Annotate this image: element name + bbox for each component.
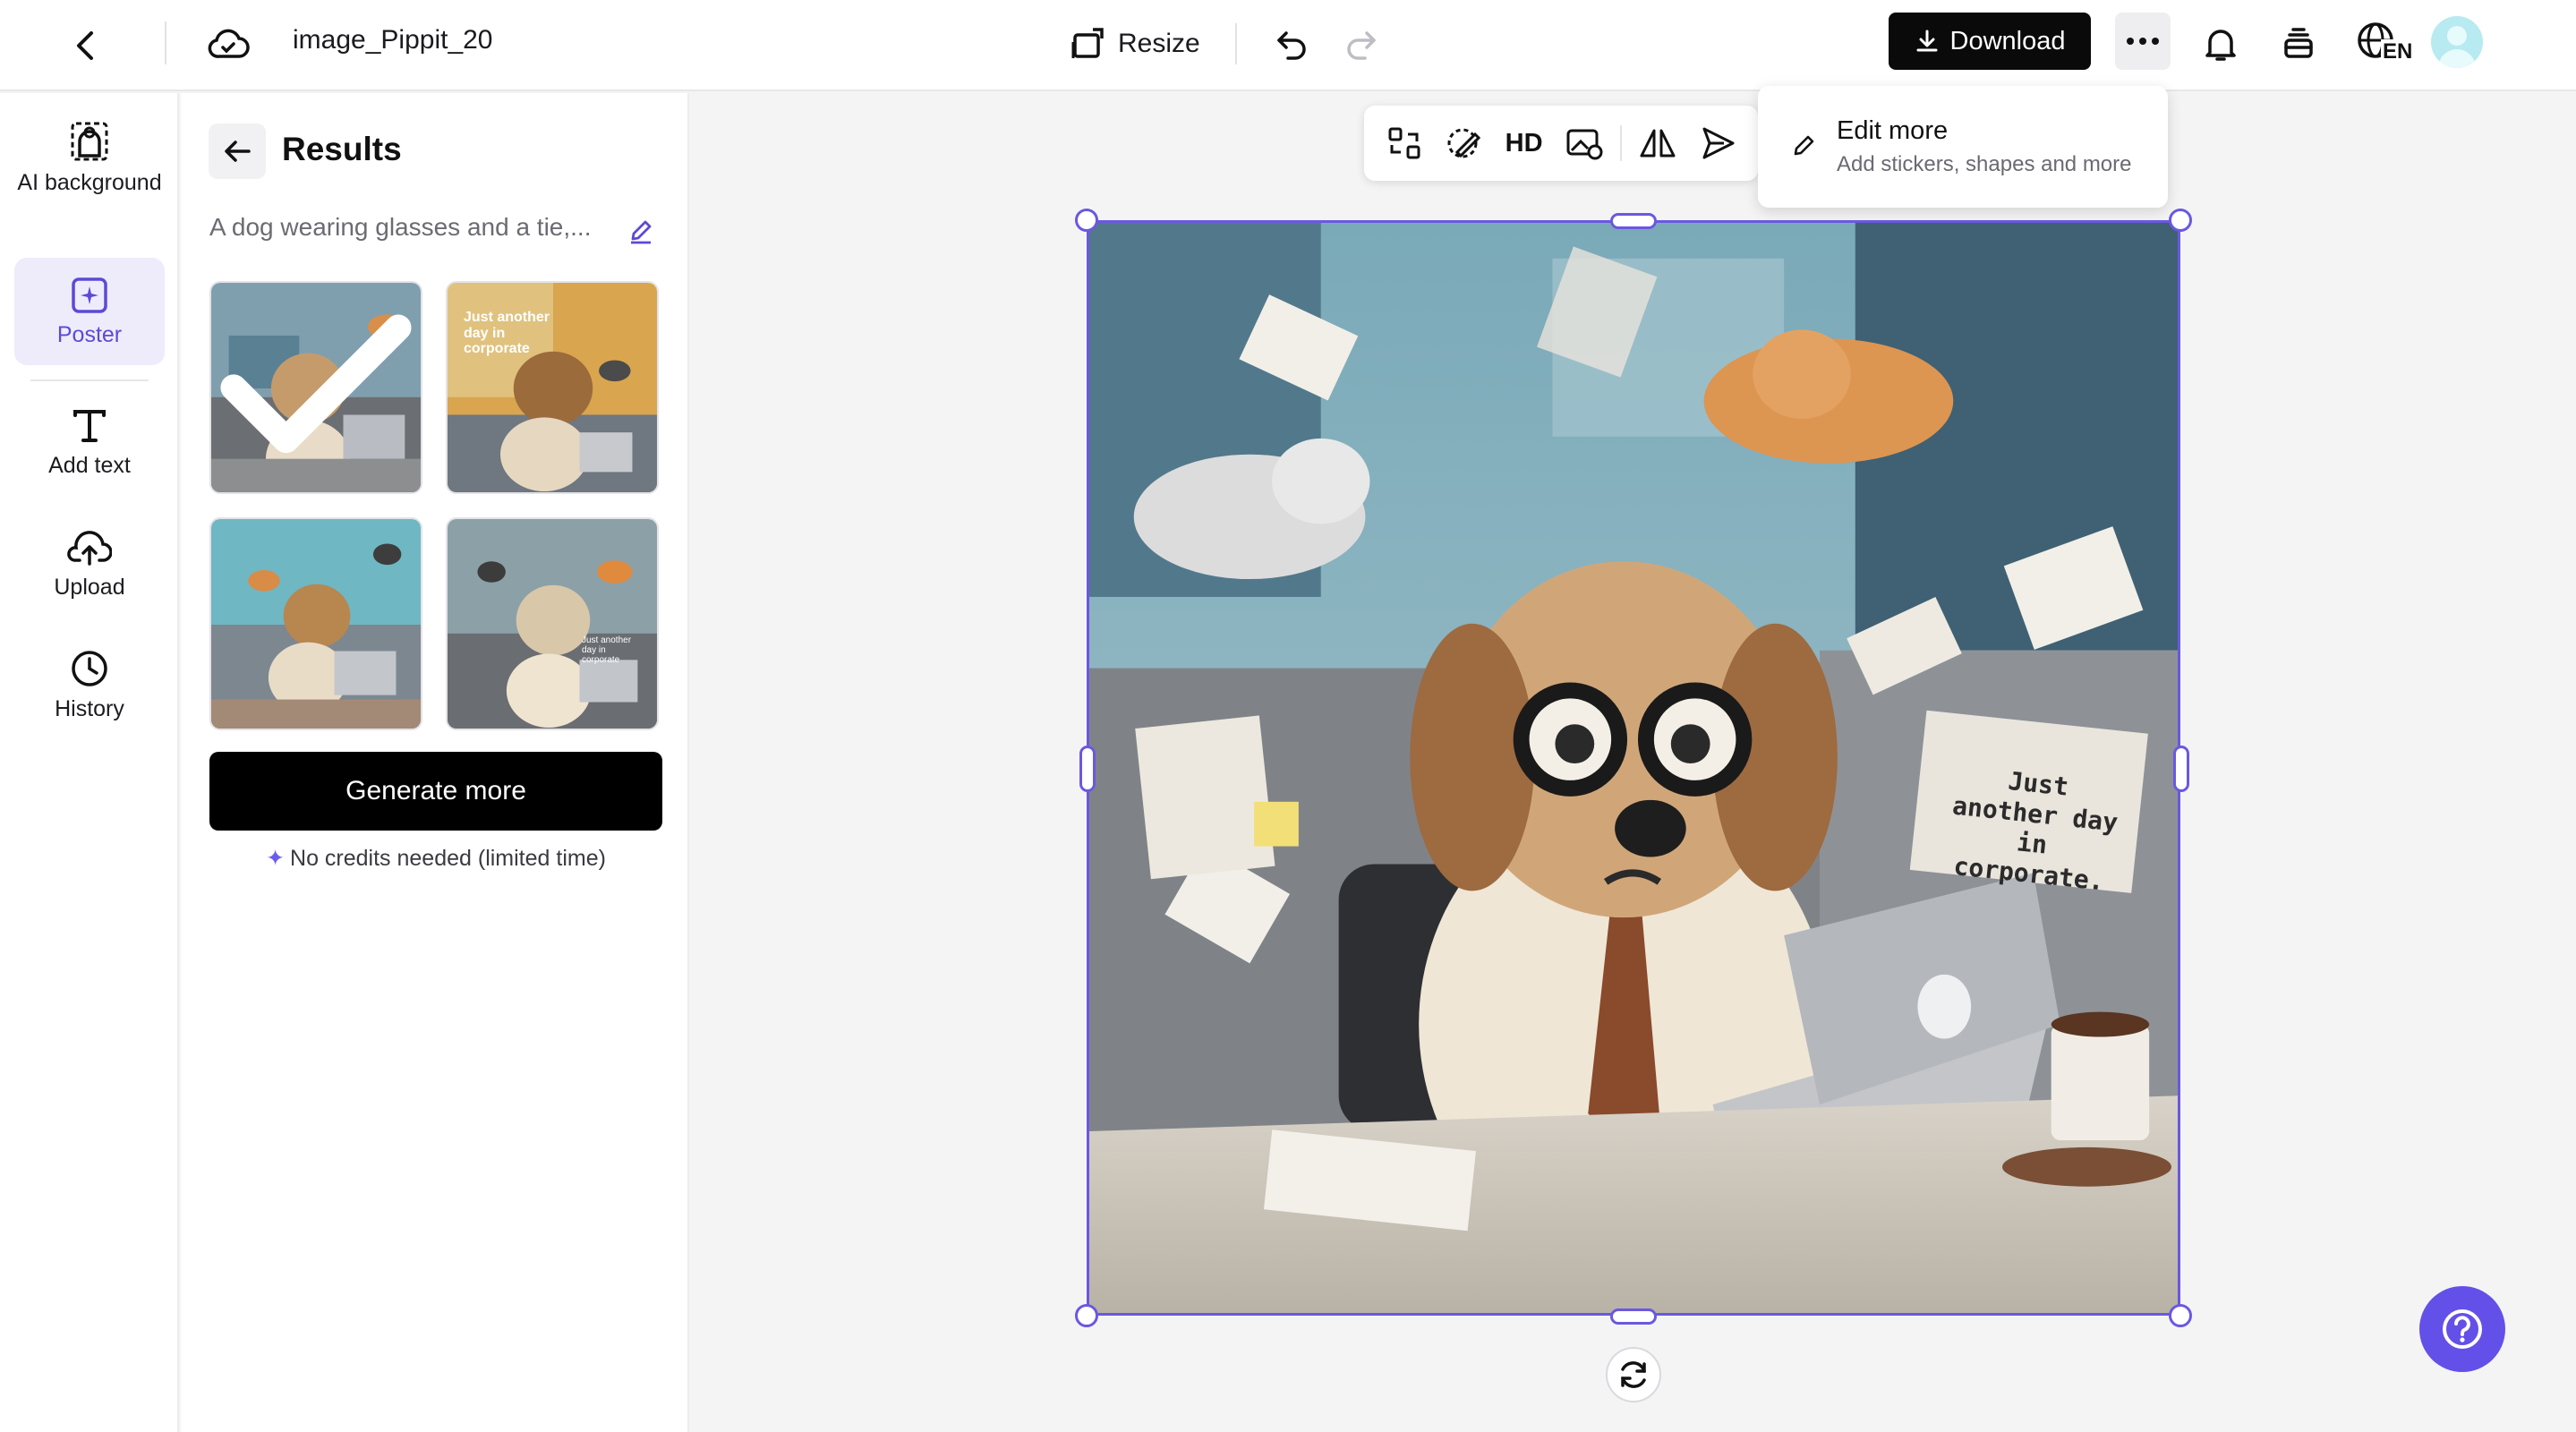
resize-handle-top[interactable] bbox=[1610, 213, 1657, 229]
prompt-text: A dog wearing glasses and a tie,... bbox=[209, 213, 592, 241]
flip-icon[interactable] bbox=[1631, 115, 1685, 171]
result-thumbnail[interactable] bbox=[209, 517, 422, 730]
thumbnail-caption: Just another day in corporate bbox=[582, 635, 632, 665]
result-thumbnail[interactable]: Just another day in corporate bbox=[446, 281, 659, 494]
edit-more-subtitle: Add stickers, shapes and more bbox=[1837, 152, 2132, 176]
language-code: EN bbox=[2381, 39, 2415, 64]
remove-background-icon[interactable] bbox=[1437, 115, 1491, 171]
bell-icon[interactable] bbox=[2195, 18, 2247, 70]
cloud-sync-icon[interactable] bbox=[202, 18, 254, 70]
resize-button[interactable]: Resize bbox=[1070, 18, 1200, 70]
download-label: Download bbox=[1949, 26, 2066, 55]
generate-more-button[interactable]: Generate more bbox=[209, 752, 662, 831]
send-icon[interactable] bbox=[1691, 115, 1745, 171]
results-panel: Results A dog wearing glasses and a tie,… bbox=[181, 93, 689, 1432]
resize-handle-bottom[interactable] bbox=[1610, 1308, 1657, 1325]
arrow-left-icon bbox=[225, 141, 251, 162]
result-thumbnail[interactable] bbox=[209, 281, 422, 494]
resize-handle-bottom-right[interactable] bbox=[2169, 1304, 2192, 1327]
credits-note: ✦ No credits needed (limited time) bbox=[209, 845, 662, 872]
divider bbox=[30, 379, 149, 381]
avatar[interactable] bbox=[2431, 16, 2483, 68]
back-icon[interactable] bbox=[59, 20, 111, 72]
upload-icon bbox=[67, 531, 112, 566]
divider bbox=[165, 21, 166, 64]
crop-icon[interactable] bbox=[1377, 115, 1431, 171]
rail-label: History bbox=[55, 696, 124, 721]
rail-label: Poster bbox=[56, 322, 123, 347]
resize-handle-right[interactable] bbox=[2173, 746, 2189, 792]
resize-handle-bottom-left[interactable] bbox=[1075, 1304, 1098, 1327]
layers-icon[interactable] bbox=[2273, 18, 2324, 70]
hd-upscale-button[interactable]: HD bbox=[1497, 115, 1551, 171]
history-icon bbox=[72, 651, 107, 686]
undo-icon[interactable] bbox=[1266, 18, 1318, 70]
pencil-icon bbox=[1788, 129, 1821, 161]
rail-label: AI background bbox=[17, 170, 162, 195]
download-icon bbox=[1916, 30, 1937, 52]
redo-icon[interactable] bbox=[1335, 18, 1387, 70]
divider bbox=[1235, 23, 1237, 64]
rail-item-upload[interactable]: Upload bbox=[14, 528, 165, 618]
resize-handle-left[interactable] bbox=[1079, 746, 1096, 792]
result-thumbnail[interactable]: Just another day in corporate bbox=[446, 517, 659, 730]
help-button[interactable] bbox=[2419, 1286, 2505, 1372]
panel-title: Results bbox=[282, 131, 402, 167]
sparkle-icon: ✦ bbox=[266, 846, 286, 871]
canvas-image[interactable]: Just another day in corporate. bbox=[1087, 220, 2180, 1316]
credits-note-text: No credits needed (limited time) bbox=[290, 845, 606, 871]
download-button[interactable]: Download bbox=[1889, 13, 2091, 70]
more-icon bbox=[2127, 38, 2159, 45]
rail-item-poster[interactable]: Poster bbox=[14, 258, 165, 365]
back-arrow-button[interactable] bbox=[209, 124, 266, 179]
divider bbox=[1620, 125, 1622, 161]
rotate-handle[interactable] bbox=[1606, 1347, 1661, 1402]
resize-label: Resize bbox=[1118, 29, 1200, 58]
help-icon bbox=[2443, 1309, 2482, 1349]
rotate-icon bbox=[1621, 1361, 1646, 1388]
resize-handle-top-left[interactable] bbox=[1075, 209, 1098, 232]
ai-background-icon bbox=[71, 122, 108, 161]
language-button[interactable]: EN bbox=[2354, 16, 2415, 72]
poster-icon bbox=[72, 277, 107, 313]
text-icon bbox=[73, 410, 106, 442]
file-name[interactable]: image_Pippit_20 bbox=[293, 25, 493, 55]
edit-more-menu[interactable]: Edit more Add stickers, shapes and more bbox=[1758, 86, 2168, 208]
edit-more-title: Edit more bbox=[1837, 116, 1949, 145]
selected-check-icon bbox=[211, 283, 421, 492]
replace-image-icon[interactable] bbox=[1557, 115, 1611, 171]
more-options-button[interactable] bbox=[2115, 13, 2171, 70]
edit-prompt-icon[interactable] bbox=[623, 213, 659, 249]
rail-item-ai-background[interactable]: AI background bbox=[14, 120, 165, 236]
thumbnail-caption: Just another day in corporate bbox=[464, 310, 550, 357]
canvas-toolbar: HD bbox=[1364, 106, 1758, 181]
rail-item-add-text[interactable]: Add text bbox=[14, 406, 165, 496]
rail-label: Add text bbox=[48, 453, 131, 478]
resize-handle-top-right[interactable] bbox=[2169, 209, 2192, 232]
rail-item-history[interactable]: History bbox=[14, 648, 165, 737]
rail-label: Upload bbox=[54, 575, 125, 600]
left-rail: AI background Poster Add text Upload His… bbox=[0, 93, 179, 1432]
resize-icon bbox=[1071, 28, 1104, 58]
top-bar: image_Pippit_20 Resize Download EN bbox=[0, 0, 2576, 91]
sign-text: Just another day in corporate. bbox=[1950, 765, 2120, 897]
